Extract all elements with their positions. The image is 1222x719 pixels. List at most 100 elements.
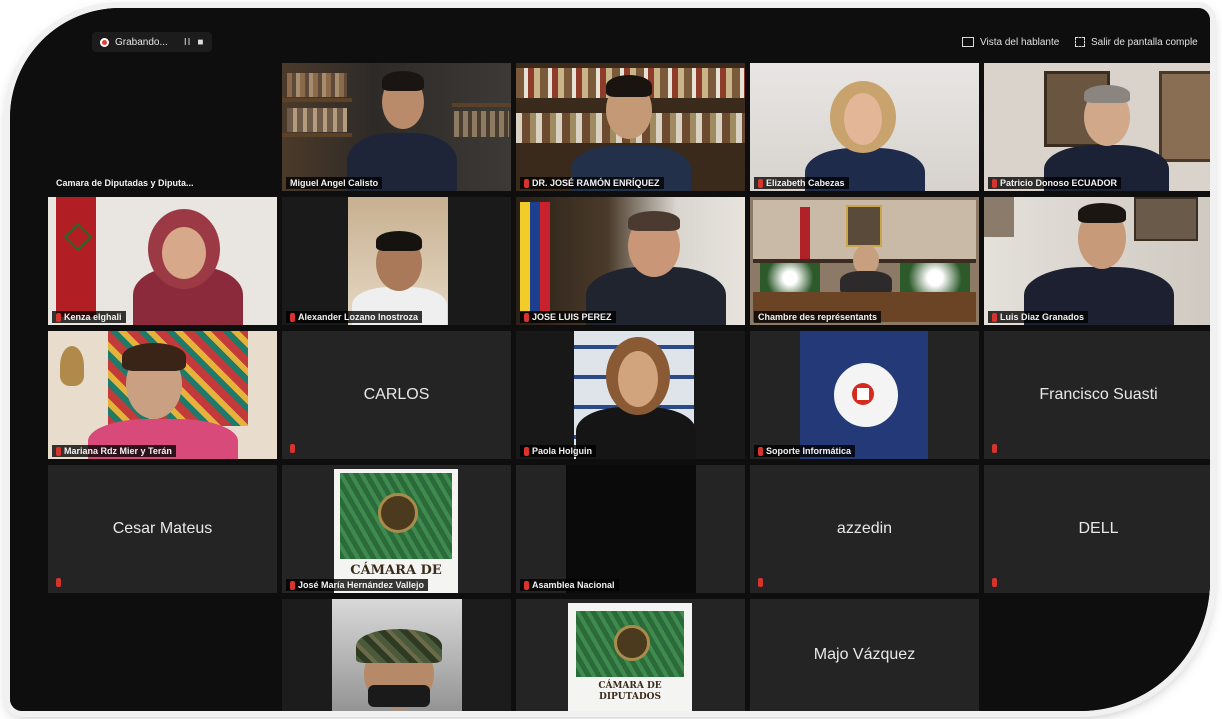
video-feed bbox=[48, 331, 277, 459]
chile-chamber-seal bbox=[800, 331, 928, 459]
participant-name: Soporte Informática bbox=[754, 445, 856, 457]
participant-tile-kenza[interactable]: Kenza elghali bbox=[48, 197, 277, 325]
participant-tile-miguel[interactable]: Miguel Angel Calisto bbox=[282, 63, 511, 191]
mic-muted-icon bbox=[56, 578, 61, 587]
participant-tile-azzedin[interactable]: azzedin bbox=[750, 465, 979, 593]
mic-muted-icon bbox=[56, 446, 61, 456]
participant-name-text: Mariana Rdz Mier y Terán bbox=[64, 446, 172, 456]
pause-recording-button[interactable]: II bbox=[184, 37, 192, 48]
zoom-window: Grabando... II ■ Vista del hablante Sali… bbox=[10, 8, 1210, 711]
mic-muted-icon bbox=[290, 580, 295, 590]
video-feed bbox=[750, 63, 979, 191]
mic-muted-icon bbox=[524, 580, 529, 590]
participant-tile-alexander[interactable]: Alexander Lozano Inostroza bbox=[282, 197, 511, 325]
participant-display-name: CARLOS bbox=[363, 386, 430, 403]
participant-name-text: Asamblea Nacional bbox=[532, 580, 615, 590]
participant-name: Alexander Lozano Inostroza bbox=[286, 311, 423, 323]
participant-tile-paola[interactable]: Paola Holguin bbox=[516, 331, 745, 459]
video-feed bbox=[566, 465, 696, 593]
video-feed bbox=[750, 197, 979, 325]
exit-fullscreen-icon bbox=[1075, 37, 1085, 47]
participant-name: DR. JOSÉ RAMÓN ENRÍQUEZ bbox=[520, 177, 664, 189]
participant-display-name: DELL bbox=[1078, 520, 1119, 537]
participant-display-name: Francisco Suasti bbox=[1039, 386, 1158, 403]
participant-tile-dell[interactable]: DELL bbox=[984, 465, 1210, 593]
participant-tile-jose-ramon[interactable]: DR. JOSÉ RAMÓN ENRÍQUEZ bbox=[516, 63, 745, 191]
logo-text: CÁMARA DE bbox=[350, 563, 442, 578]
exit-fullscreen-button[interactable]: Salir de pantalla comple bbox=[1075, 33, 1198, 51]
mic-muted-icon bbox=[992, 578, 997, 587]
participant-tile-soporte[interactable]: Soporte Informática bbox=[750, 331, 979, 459]
participant-display-name: azzedin bbox=[836, 520, 893, 537]
logo-text: CÁMARA DE DIPUTADOS bbox=[598, 681, 662, 702]
video-feed bbox=[516, 197, 745, 325]
participant-tile-camara-diputados[interactable]: CÁMARA DE DIPUTADOS bbox=[516, 599, 745, 711]
gallery-view: Grabando... II ■ Vista del hablante Sali… bbox=[10, 8, 1210, 711]
participant-tile-chambre[interactable]: Chambre des représentants bbox=[750, 197, 979, 325]
video-feed bbox=[282, 197, 511, 325]
mic-muted-icon bbox=[992, 312, 997, 322]
mic-muted-icon bbox=[524, 446, 529, 456]
participant-tile-mariana[interactable]: Mariana Rdz Mier y Terán bbox=[48, 331, 277, 459]
participant-name: Miguel Angel Calisto bbox=[286, 177, 383, 189]
participant-name-text: Paola Holguin bbox=[532, 446, 593, 456]
recording-label: Grabando... bbox=[115, 36, 168, 48]
participant-display-name: Cesar Mateus bbox=[112, 520, 213, 537]
mic-muted-icon bbox=[56, 312, 61, 322]
mic-muted-icon bbox=[758, 578, 763, 587]
speaker-view-label: Vista del hablante bbox=[980, 36, 1060, 48]
video-feed bbox=[516, 331, 745, 459]
participant-tile-cesar[interactable]: Cesar Mateus bbox=[48, 465, 277, 593]
mic-muted-icon bbox=[290, 444, 295, 453]
mic-muted-icon bbox=[524, 178, 529, 188]
participant-name-text: Luis Diaz Granados bbox=[1000, 312, 1085, 322]
participant-tile-patricio[interactable]: Patricio Donoso ECUADOR bbox=[984, 63, 1210, 191]
participant-tile-jose-luis[interactable]: JOSE LUIS PEREZ bbox=[516, 197, 745, 325]
participant-name: Asamblea Nacional bbox=[520, 579, 619, 591]
participant-name: Kenza elghali bbox=[52, 311, 126, 323]
participant-name: Chambre des représentants bbox=[754, 311, 882, 323]
participant-name-text: José María Hernández Vallejo bbox=[298, 580, 425, 590]
participant-tile-luis[interactable]: Luis Diaz Granados bbox=[984, 197, 1210, 325]
participant-tile-asamblea[interactable]: Asamblea Nacional bbox=[516, 465, 745, 593]
mic-muted-icon bbox=[290, 312, 295, 322]
video-feed bbox=[984, 197, 1210, 325]
participant-name-text: Patricio Donoso ECUADOR bbox=[1000, 178, 1118, 188]
participant-name-text: Soporte Informática bbox=[766, 446, 852, 456]
mic-muted-icon bbox=[992, 444, 997, 453]
exit-fullscreen-label: Salir de pantalla comple bbox=[1091, 36, 1198, 48]
participant-tile-francisco[interactable]: Francisco Suasti bbox=[984, 331, 1210, 459]
participant-name: Paola Holguin bbox=[520, 445, 597, 457]
participant-tile-elizabeth[interactable]: Elizabeth Cabezas bbox=[750, 63, 979, 191]
participant-name: JOSE LUIS PEREZ bbox=[520, 311, 616, 323]
participant-name: Camara de Diputadas y Diputa... bbox=[56, 178, 194, 188]
top-bar: Grabando... II ■ Vista del hablante Sali… bbox=[10, 8, 1210, 52]
stop-recording-button[interactable]: ■ bbox=[197, 37, 204, 48]
participant-tile-majo[interactable]: Majo Vázquez bbox=[750, 599, 979, 711]
participant-name-text: Alexander Lozano Inostroza bbox=[298, 312, 419, 322]
participant-display-name: Majo Vázquez bbox=[813, 646, 916, 664]
mic-muted-icon bbox=[758, 178, 763, 188]
speaker-view-button[interactable]: Vista del hablante bbox=[962, 33, 1059, 51]
video-feed bbox=[984, 63, 1210, 191]
participant-name: Mariana Rdz Mier y Terán bbox=[52, 445, 176, 457]
mexico-chamber-logo: CÁMARA DE bbox=[334, 469, 458, 593]
participant-name-text: Miguel Angel Calisto bbox=[290, 178, 379, 188]
participant-name-text: JOSE LUIS PEREZ bbox=[532, 312, 612, 322]
video-feed bbox=[516, 63, 745, 191]
recording-indicator: Grabando... II ■ bbox=[92, 32, 213, 52]
participant-tile-camouflage[interactable] bbox=[282, 599, 511, 711]
participant-tile-carlos[interactable]: CARLOS bbox=[282, 331, 511, 459]
participant-tile-camara[interactable]: Camara de Diputadas y Diputa... bbox=[48, 63, 277, 191]
participant-name-text: Kenza elghali bbox=[64, 312, 122, 322]
record-icon bbox=[100, 37, 109, 47]
participant-name-text: Elizabeth Cabezas bbox=[766, 178, 845, 188]
grid-icon bbox=[962, 37, 974, 47]
participant-tile-jose-maria[interactable]: CÁMARA DE José María Hernández Vallejo bbox=[282, 465, 511, 593]
mic-muted-icon bbox=[758, 446, 763, 456]
video-feed bbox=[48, 197, 277, 325]
mexico-chamber-logo: CÁMARA DE DIPUTADOS bbox=[568, 603, 692, 711]
video-feed bbox=[282, 599, 511, 711]
participant-name-text: Chambre des représentants bbox=[758, 312, 878, 322]
participant-name: Elizabeth Cabezas bbox=[754, 177, 849, 189]
